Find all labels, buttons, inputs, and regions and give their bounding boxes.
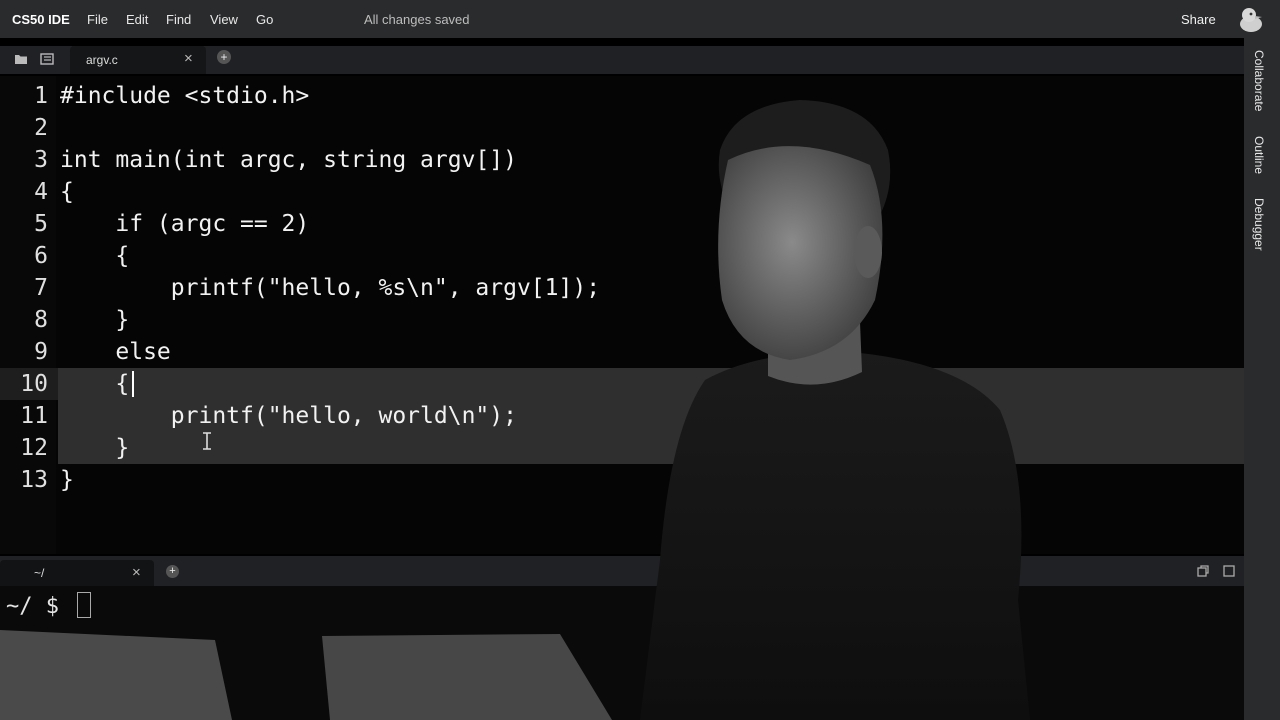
code-text: printf("hello, %s\n", argv[1]);	[60, 275, 601, 301]
line-number: 5	[34, 211, 48, 237]
terminal-prompt: ~/ $	[6, 594, 59, 619]
code-line[interactable]: 4{	[0, 176, 1244, 208]
code-text: int main(int argc, string argv[])	[60, 147, 517, 173]
rail-debugger[interactable]: Debugger	[1252, 198, 1266, 251]
code-text-area: int main(int argc, string argv[])	[58, 144, 1244, 176]
code-line[interactable]: 2	[0, 112, 1244, 144]
code-line[interactable]: 12 }	[0, 432, 1244, 464]
code-line[interactable]: 8 }	[0, 304, 1244, 336]
code-text-area: printf("hello, world\n");	[58, 400, 1244, 432]
line-number: 3	[34, 147, 48, 173]
code-text-area: }	[58, 304, 1244, 336]
terminal-tab[interactable]: ~/ ×	[0, 560, 154, 586]
duck-avatar-icon[interactable]	[1236, 4, 1266, 34]
code-text-area: }	[58, 464, 1244, 496]
code-text: if (argc == 2)	[60, 211, 310, 237]
code-text-area: printf("hello, %s\n", argv[1]);	[58, 272, 1244, 304]
share-button[interactable]: Share	[1181, 12, 1216, 27]
code-text-area: {	[58, 176, 1244, 208]
code-text: else	[60, 339, 171, 365]
menu-edit[interactable]: Edit	[126, 12, 148, 27]
line-number: 11	[20, 403, 48, 429]
code-line[interactable]: 7 printf("hello, %s\n", argv[1]);	[0, 272, 1244, 304]
code-text: }	[60, 435, 130, 461]
code-text-area: #include <stdio.h>	[58, 80, 1244, 112]
terminal-tab-bar: ~/ × +	[0, 556, 1244, 586]
code-line[interactable]: 3 int main(int argc, string argv[])	[0, 144, 1244, 176]
code-line[interactable]: 6 {	[0, 240, 1244, 272]
line-number: 1	[34, 83, 48, 109]
menu-go[interactable]: Go	[256, 12, 273, 27]
code-text-area: {	[58, 240, 1244, 272]
line-number: 7	[34, 275, 48, 301]
code-text: {	[60, 243, 130, 269]
ide-brand: CS50 IDE	[12, 12, 70, 27]
add-terminal-icon[interactable]: +	[166, 565, 179, 578]
menu-view[interactable]: View	[210, 12, 238, 27]
code-line[interactable]: 11 printf("hello, world\n");	[0, 400, 1244, 432]
code-line[interactable]: 13}	[0, 464, 1244, 496]
line-number: 13	[20, 467, 48, 493]
line-number: 4	[34, 179, 48, 205]
code-text: {	[60, 371, 130, 397]
outline-toggle-icon[interactable]	[40, 52, 54, 66]
menu-find[interactable]: Find	[166, 12, 191, 27]
rail-outline[interactable]: Outline	[1252, 136, 1266, 174]
code-text-area: }	[58, 432, 1244, 464]
code-text: #include <stdio.h>	[60, 83, 310, 109]
folder-icon[interactable]	[14, 52, 28, 66]
code-text-area	[58, 112, 1244, 144]
code-line[interactable]: 9 else	[0, 336, 1244, 368]
menu-file[interactable]: File	[87, 12, 108, 27]
close-icon[interactable]: ×	[184, 51, 193, 67]
code-text-area: {	[58, 368, 1244, 400]
code-text-area: if (argc == 2)	[58, 208, 1244, 240]
terminal[interactable]: ~/ $	[0, 586, 1244, 720]
line-number: 2	[34, 115, 48, 141]
code-text: }	[60, 307, 130, 333]
line-number: 10	[20, 371, 48, 397]
menubar: CS50 IDE File Edit Find View Go All chan…	[0, 0, 1280, 38]
code-text: }	[60, 467, 74, 493]
line-number: 9	[34, 339, 48, 365]
maximize-icon[interactable]	[1222, 564, 1236, 578]
code-text: printf("hello, world\n");	[60, 403, 517, 429]
terminal-cursor	[77, 592, 91, 618]
save-status: All changes saved	[364, 12, 470, 27]
file-tab-argv[interactable]: argv.c ×	[70, 46, 206, 74]
code-line[interactable]: 5 if (argc == 2)	[0, 208, 1244, 240]
line-number: 8	[34, 307, 48, 333]
code-line[interactable]: 1 #include <stdio.h>	[0, 80, 1244, 112]
code-text-area: else	[58, 336, 1244, 368]
right-rail: Collaborate Outline Debugger	[1244, 38, 1280, 720]
terminal-tab-label: ~/	[34, 566, 45, 580]
text-caret	[132, 371, 134, 397]
file-tab-label: argv.c	[86, 53, 118, 67]
close-icon[interactable]: ×	[132, 564, 141, 581]
add-tab-icon[interactable]: +	[217, 50, 231, 64]
code-editor[interactable]: 1 #include <stdio.h> 2 3 int main(int argc, …	[0, 76, 1244, 554]
line-number: 12	[20, 435, 48, 461]
ibeam-cursor-icon	[203, 432, 211, 450]
code-text: {	[60, 179, 74, 205]
line-number: 6	[34, 243, 48, 269]
code-line[interactable]: 10 {	[0, 368, 1244, 400]
rail-collaborate[interactable]: Collaborate	[1252, 50, 1266, 111]
restore-icon[interactable]	[1196, 564, 1210, 578]
editor-tab-bar: argv.c × +	[0, 46, 1244, 74]
